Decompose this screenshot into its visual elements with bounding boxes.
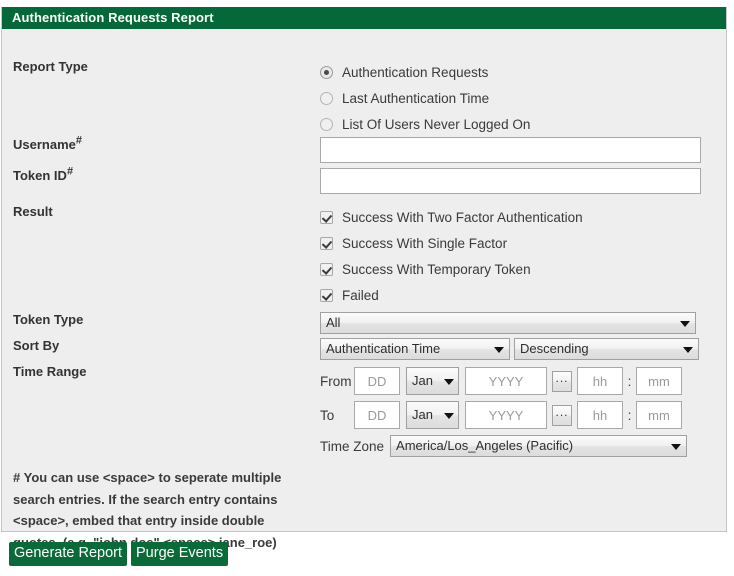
chevron-down-icon [444,413,454,419]
to-month-select[interactable]: Jan [406,401,459,429]
to-day-input[interactable] [354,401,400,429]
token-id-label-text: Token ID [13,168,67,183]
chevron-down-icon [671,444,682,450]
checkbox-option-failed[interactable]: Failed [320,282,583,308]
time-zone-line: Time Zone America/Los_Angeles (Pacific) [320,432,688,460]
report-type-options: Authentication Requests Last Authenticat… [320,59,530,137]
token-id-input[interactable] [320,168,701,194]
result-options: Success With Two Factor Authentication S… [320,204,583,308]
to-hour-input[interactable] [577,401,623,429]
report-type-row: Report Type Authentication Requests Last… [2,59,726,137]
username-label-text: Username [13,137,76,152]
from-date-picker-button[interactable]: ... [552,370,572,392]
checkbox-icon-checked[interactable] [320,262,333,276]
panel-title: Authentication Requests Report [2,7,726,29]
chevron-down-icon [444,379,454,385]
radio-icon[interactable] [320,117,333,131]
result-label: Result [13,204,53,219]
to-time-separator: : [627,407,632,423]
checkbox-option-success-single-factor[interactable]: Success With Single Factor [320,230,583,256]
time-zone-select[interactable]: America/Los_Angeles (Pacific) [390,435,688,457]
token-id-footnote-marker: # [66,165,74,178]
from-time-separator: : [627,373,632,389]
token-type-row: Token Type All [2,312,726,339]
result-row: Result Success With Two Factor Authentic… [2,204,726,308]
from-year-input[interactable] [465,367,547,395]
panel-body: Report Type Authentication Requests Last… [2,29,726,550]
chevron-down-icon [680,321,690,327]
footnote-help-text: # You can use <space> to seperate multip… [13,467,433,553]
generate-report-button[interactable]: Generate Report [9,542,128,566]
token-type-label: Token Type [13,312,84,327]
from-prefix-label: From [320,373,352,389]
checkbox-label: Success With Temporary Token [342,261,531,277]
sort-field-select[interactable]: Authentication Time [320,338,510,360]
checkbox-icon-checked[interactable] [320,288,333,302]
sort-order-selected-value: Descending [520,341,589,356]
time-zone-label: Time Zone [320,438,385,454]
radio-option-last-authentication-time[interactable]: Last Authentication Time [320,85,530,111]
username-row: Username# [2,134,726,163]
from-day-input[interactable] [354,367,400,395]
sort-order-select[interactable]: Descending [514,338,699,360]
token-id-label: Token ID# [2,165,320,183]
username-field-wrap [320,137,701,163]
action-button-bar: Generate Report Purge Events [9,542,229,566]
checkbox-icon-checked[interactable] [320,210,333,224]
to-month-selected-value: Jan [412,407,433,422]
time-range-label: Time Range [13,364,87,379]
sort-by-label: Sort By [13,338,60,353]
sort-by-field-wrap: Authentication Time Descending [320,338,699,360]
sort-by-row: Sort By Authentication Time Descending [2,338,726,360]
radio-option-list-of-users-never-logged-on[interactable]: List Of Users Never Logged On [320,111,530,137]
time-range-row: Time Range From Jan ... [2,364,726,460]
time-range-from-line: From Jan ... : [320,364,687,398]
from-hour-input[interactable] [577,367,623,395]
from-month-select[interactable]: Jan [406,367,459,395]
to-prefix-label: To [320,407,335,423]
chevron-down-icon [683,347,693,353]
checkbox-label: Success With Single Factor [342,235,508,251]
token-id-field-wrap [320,168,701,194]
to-date-picker-button[interactable]: ... [552,404,572,426]
token-type-selected-value: All [326,315,341,330]
report-type-label: Report Type [13,59,88,74]
token-type-field-wrap: All [320,312,696,339]
time-range-field-wrap: From Jan ... : [320,364,688,460]
chevron-down-icon [494,347,504,353]
radio-option-authentication-requests[interactable]: Authentication Requests [320,59,530,85]
token-type-select[interactable]: All [320,312,696,334]
checkbox-option-success-two-factor[interactable]: Success With Two Factor Authentication [320,204,583,230]
from-minute-input[interactable] [636,367,682,395]
footnote-line-1: # You can use <space> to seperate multip… [13,470,282,485]
time-zone-selected-value: America/Los_Angeles (Pacific) [396,438,574,453]
footnote-line-3: <space>, embed that entry inside double [13,513,265,528]
checkbox-label: Success With Two Factor Authentication [342,209,583,225]
radio-icon[interactable] [320,91,333,105]
radio-label: Last Authentication Time [342,90,490,106]
checkbox-label: Failed [342,287,379,303]
footnote-line-2: search entries. If the search entry cont… [13,491,278,507]
to-minute-input[interactable] [636,401,682,429]
checkbox-option-success-temporary-token[interactable]: Success With Temporary Token [320,256,583,282]
username-label: Username# [2,134,320,152]
checkbox-icon-checked[interactable] [320,236,333,250]
username-input[interactable] [320,137,701,163]
to-year-input[interactable] [465,401,547,429]
radio-label: List Of Users Never Logged On [342,116,531,132]
radio-label: Authentication Requests [342,64,489,80]
sort-field-selected-value: Authentication Time [326,341,441,356]
report-page: Authentication Requests Report Report Ty… [0,0,734,576]
token-id-row: Token ID# [2,165,726,194]
time-range-to-line: To Jan ... : [320,398,687,432]
radio-icon-selected[interactable] [320,65,333,79]
username-footnote-marker: # [75,134,82,147]
purge-events-button[interactable]: Purge Events [131,542,229,566]
from-month-selected-value: Jan [412,373,433,388]
authentication-requests-report-panel: Authentication Requests Report Report Ty… [1,7,727,550]
